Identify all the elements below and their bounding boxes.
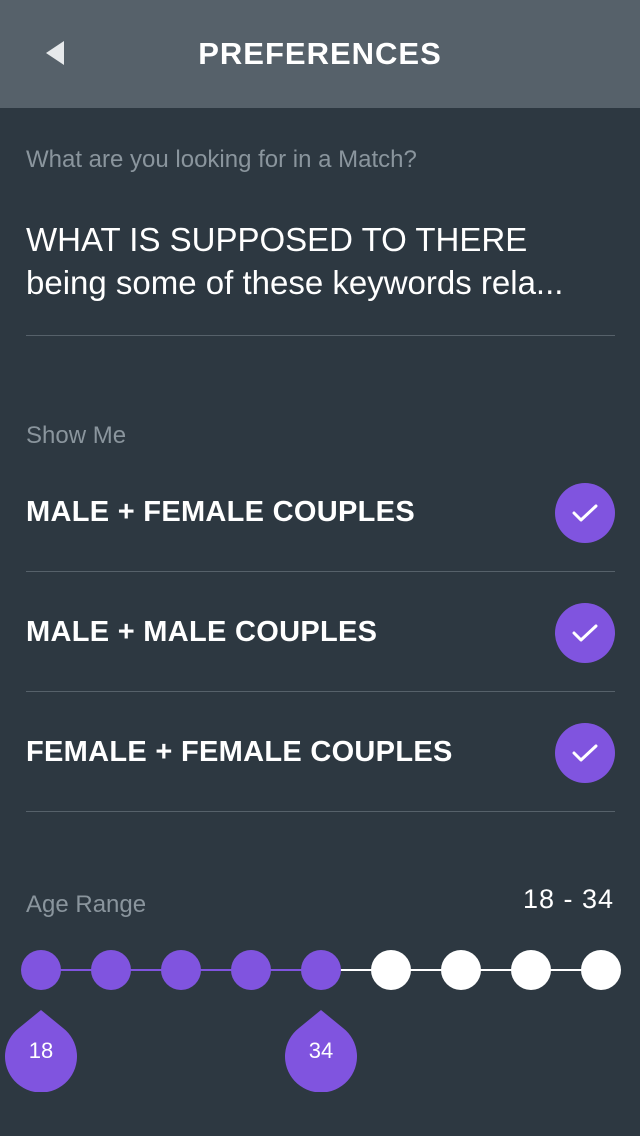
checkmark-icon (572, 744, 598, 761)
divider (26, 571, 615, 572)
age-min-label: 18 (28, 1038, 54, 1063)
age-range-label: Age Range (26, 891, 147, 918)
slider-stop[interactable] (581, 950, 621, 990)
slider-stop[interactable] (161, 950, 201, 990)
header-bar: PREFERENCES (0, 0, 640, 108)
option-label: MALE + MALE COUPLES (26, 616, 378, 648)
age-range-slider[interactable]: 18 34 (0, 930, 640, 1110)
option-male-male-couples[interactable]: MALE + MALE COUPLES (26, 573, 615, 692)
slider-stop[interactable] (301, 950, 341, 990)
age-max-label: 34 (308, 1038, 334, 1063)
checkmark-icon (572, 504, 598, 521)
page-title: PREFERENCES (198, 36, 442, 71)
option-label: FEMALE + FEMALE COUPLES (26, 736, 453, 768)
checkbox-checked[interactable] (555, 722, 615, 783)
age-max-handle[interactable]: 34 (285, 1010, 357, 1092)
divider (26, 811, 615, 812)
option-male-female-couples[interactable]: MALE + FEMALE COUPLES (26, 453, 615, 572)
slider-stop[interactable] (21, 950, 61, 990)
divider (26, 335, 615, 336)
match-description-line-2: being some of these keywords rela... (26, 264, 564, 301)
slider-stop[interactable] (371, 950, 411, 990)
back-button[interactable] (30, 30, 80, 76)
slider-stop[interactable] (441, 950, 481, 990)
divider (26, 691, 615, 692)
checkmark-icon (572, 624, 598, 641)
option-label: MALE + FEMALE COUPLES (26, 496, 415, 528)
slider-stop[interactable] (231, 950, 271, 990)
match-description-field[interactable]: WHAT IS SUPPOSED TO THERE being some of … (26, 218, 618, 304)
checkbox-checked[interactable] (555, 482, 615, 543)
age-min-handle[interactable]: 18 (5, 1010, 77, 1092)
option-female-female-couples[interactable]: FEMALE + FEMALE COUPLES (26, 693, 615, 812)
slider-stop[interactable] (91, 950, 131, 990)
match-description-line-1: WHAT IS SUPPOSED TO THERE (26, 221, 528, 258)
checkbox-checked[interactable] (555, 602, 615, 663)
match-label: What are you looking for in a Match? (26, 146, 417, 173)
chevron-left-icon (46, 41, 64, 65)
show-me-label: Show Me (26, 422, 127, 449)
slider-stop[interactable] (511, 950, 551, 990)
age-range-value: 18 - 34 (522, 884, 614, 914)
